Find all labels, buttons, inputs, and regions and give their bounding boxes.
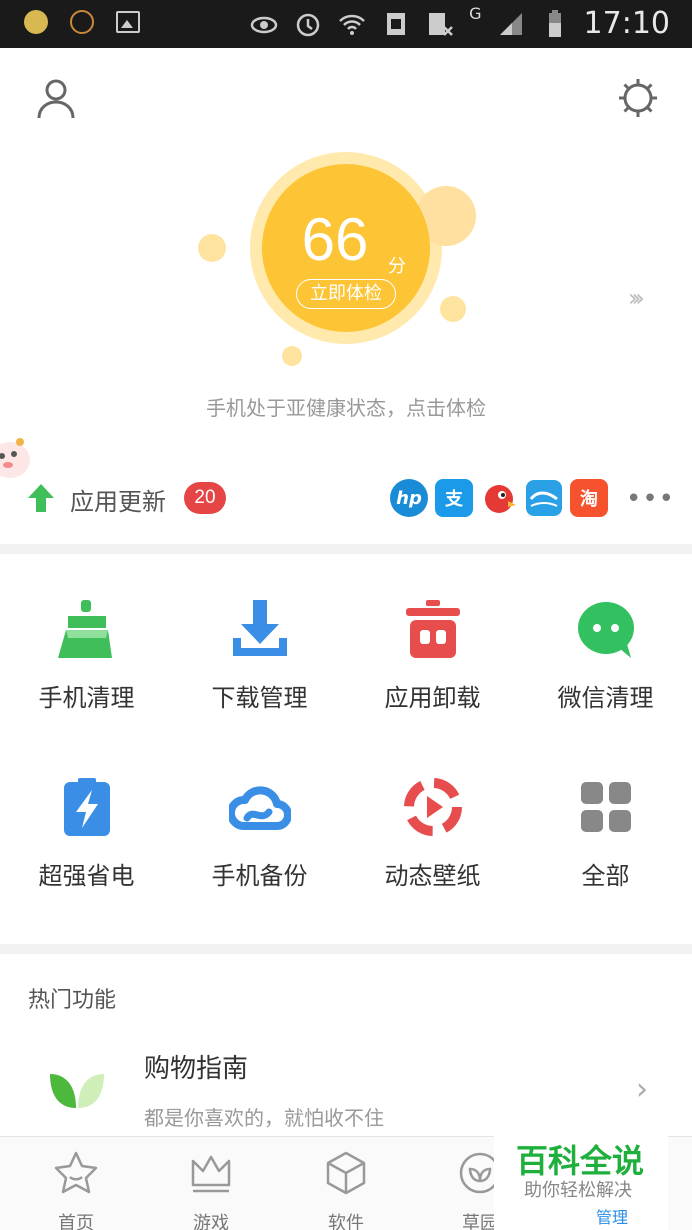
section-divider <box>0 944 692 954</box>
decor-bubble <box>282 346 302 366</box>
grid-icon <box>581 782 631 832</box>
health-status-text[interactable]: 手机处于亚健康状态，点击体检 <box>0 392 692 421</box>
clock: 17:10 <box>583 6 670 41</box>
decor-bubble <box>440 296 466 322</box>
shopping-guide-title[interactable]: 购物指南 <box>144 1048 248 1085</box>
tool-download-manager[interactable]: 下载管理 <box>173 598 346 748</box>
tool-label: 动态壁纸 <box>384 862 481 890</box>
download-icon <box>233 600 287 656</box>
tool-label: 手机清理 <box>38 684 135 712</box>
tool-wechat-clean[interactable]: 微信清理 <box>519 598 692 748</box>
image-notification-icon <box>116 11 140 33</box>
section-divider <box>0 544 692 554</box>
nav-manage-label[interactable]: 管理 <box>596 1204 628 1228</box>
more-apps-icon[interactable]: ••• <box>626 484 675 514</box>
tool-phone-backup[interactable]: 手机备份 <box>173 776 346 926</box>
box-icon <box>326 1151 366 1195</box>
nav-label: 游戏 <box>193 1213 229 1230</box>
hot-features-title: 热门功能 <box>28 988 117 1013</box>
hp-app-icon[interactable]: hp <box>390 479 428 517</box>
wifi-icon <box>339 14 366 35</box>
update-arrow-icon <box>28 484 54 512</box>
sim-icon <box>387 12 406 35</box>
tool-label: 微信清理 <box>557 684 654 712</box>
nav-games[interactable]: 游戏 <box>151 1147 271 1230</box>
battery-status-icon <box>548 9 561 37</box>
nav-software[interactable]: 软件 <box>286 1147 406 1230</box>
watermark-subtitle: 助你轻松解决 <box>524 1180 632 1201</box>
cloud-backup-icon <box>229 786 291 830</box>
tool-label: 手机备份 <box>211 862 308 890</box>
trash-icon <box>406 600 460 658</box>
mascot-icon[interactable] <box>0 432 38 482</box>
check-now-button[interactable]: 立即体检 <box>296 279 396 309</box>
tool-power-saving[interactable]: 超强省电 <box>0 776 173 926</box>
tool-label: 全部 <box>581 862 630 890</box>
watermark: 百科全说 助你轻松解决 管理 <box>494 1126 668 1230</box>
nav-label: 软件 <box>328 1213 364 1230</box>
chevron-right-icon[interactable]: › <box>636 1072 648 1107</box>
leaf-icon <box>50 1074 104 1108</box>
home-star-icon <box>54 1151 98 1194</box>
notification-dot-icon <box>24 10 48 34</box>
settings-gear-icon[interactable] <box>614 74 662 122</box>
tool-label: 下载管理 <box>211 684 308 712</box>
taobao-icon[interactable]: 淘 <box>570 479 608 517</box>
app-update-label[interactable]: 应用更新 <box>70 482 166 517</box>
tool-all[interactable]: 全部 <box>519 776 692 926</box>
battery-icon <box>64 778 110 836</box>
eye-icon <box>250 16 278 33</box>
alarm-icon <box>296 13 320 36</box>
signal-icon <box>499 12 522 35</box>
crown-icon <box>191 1155 231 1193</box>
tool-label: 超强省电 <box>38 862 135 890</box>
score-value: 66 <box>301 206 369 273</box>
nav-home[interactable]: 首页 <box>16 1147 136 1230</box>
no-sim-icon <box>429 12 454 36</box>
score-unit: 分 <box>388 256 406 277</box>
video-wallpaper-icon <box>404 778 462 836</box>
tool-app-uninstall[interactable]: 应用卸载 <box>346 598 519 748</box>
status-bar: G 17:10 <box>0 0 692 48</box>
user-profile-icon[interactable] <box>32 74 80 122</box>
network-type: G <box>469 4 482 23</box>
tool-label: 应用卸载 <box>384 684 481 712</box>
update-count-badge: 20 <box>184 482 226 514</box>
double-chevron-right-icon[interactable]: ››› <box>628 284 645 312</box>
tool-phone-clean[interactable]: 手机清理 <box>0 598 173 748</box>
alipay-icon[interactable]: 支 <box>435 479 473 517</box>
face-notification-icon <box>70 10 94 34</box>
decor-bubble <box>198 234 226 262</box>
broom-icon <box>58 600 112 658</box>
cloud-app-icon[interactable] <box>525 479 563 517</box>
tool-live-wallpaper[interactable]: 动态壁纸 <box>346 776 519 926</box>
bird-app-icon[interactable] <box>480 479 518 517</box>
wechat-icon <box>578 602 634 658</box>
shopping-guide-subtitle: 都是你喜欢的，就怕收不住 <box>144 1106 384 1130</box>
nav-label: 首页 <box>58 1213 94 1230</box>
